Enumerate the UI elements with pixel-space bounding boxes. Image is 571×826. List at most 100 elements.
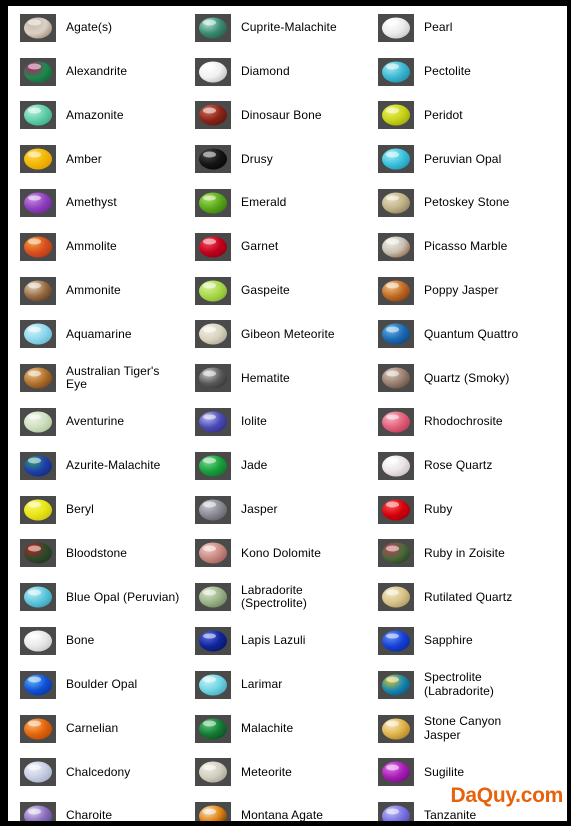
gemstone-row[interactable]: Azurite-Malachite bbox=[20, 444, 190, 488]
gemstone-thumbnail[interactable] bbox=[378, 408, 414, 437]
gemstone-row[interactable]: Picasso Marble bbox=[378, 225, 567, 269]
gemstone-row[interactable]: Alexandrite bbox=[20, 50, 190, 94]
gemstone-row[interactable]: Amazonite bbox=[20, 94, 190, 138]
gemstone-row[interactable]: Iolite bbox=[195, 400, 373, 444]
gemstone-thumbnail[interactable] bbox=[195, 145, 231, 174]
gemstone-thumbnail[interactable] bbox=[378, 539, 414, 568]
gemstone-row[interactable]: Lapis Lazuli bbox=[195, 619, 373, 663]
gemstone-row[interactable]: Chalcedony bbox=[20, 751, 190, 795]
gemstone-thumbnail[interactable] bbox=[195, 758, 231, 787]
gemstone-thumbnail[interactable] bbox=[378, 276, 414, 305]
gemstone-thumbnail[interactable] bbox=[20, 583, 56, 612]
gemstone-row[interactable]: Petoskey Stone bbox=[378, 181, 567, 225]
gemstone-thumbnail[interactable] bbox=[378, 802, 414, 821]
gemstone-thumbnail[interactable] bbox=[20, 539, 56, 568]
gemstone-thumbnail[interactable] bbox=[20, 364, 56, 393]
gemstone-row[interactable]: Bloodstone bbox=[20, 532, 190, 576]
gemstone-thumbnail[interactable] bbox=[378, 364, 414, 393]
gemstone-thumbnail[interactable] bbox=[195, 583, 231, 612]
gemstone-row[interactable]: Aquamarine bbox=[20, 313, 190, 357]
gemstone-thumbnail[interactable] bbox=[195, 802, 231, 821]
gemstone-thumbnail[interactable] bbox=[20, 320, 56, 349]
gemstone-row[interactable]: Poppy Jasper bbox=[378, 269, 567, 313]
gemstone-row[interactable]: Amethyst bbox=[20, 181, 190, 225]
gemstone-thumbnail[interactable] bbox=[20, 101, 56, 130]
gemstone-thumbnail[interactable] bbox=[195, 714, 231, 743]
gemstone-row[interactable]: Ammolite bbox=[20, 225, 190, 269]
gemstone-row[interactable]: Boulder Opal bbox=[20, 663, 190, 707]
gemstone-thumbnail[interactable] bbox=[20, 495, 56, 524]
gemstone-row[interactable]: Ruby in Zoisite bbox=[378, 532, 567, 576]
gemstone-row[interactable]: Hematite bbox=[195, 356, 373, 400]
gemstone-row[interactable]: Ruby bbox=[378, 488, 567, 532]
gemstone-thumbnail[interactable] bbox=[195, 364, 231, 393]
gemstone-thumbnail[interactable] bbox=[378, 495, 414, 524]
gemstone-thumbnail[interactable] bbox=[20, 276, 56, 305]
gemstone-row[interactable]: Kono Dolomite bbox=[195, 532, 373, 576]
gemstone-thumbnail[interactable] bbox=[195, 189, 231, 218]
gemstone-row[interactable]: Jasper bbox=[195, 488, 373, 532]
gemstone-thumbnail[interactable] bbox=[20, 13, 56, 42]
gemstone-row[interactable]: Beryl bbox=[20, 488, 190, 532]
gemstone-thumbnail[interactable] bbox=[195, 408, 231, 437]
gemstone-row[interactable]: Stone Canyon Jasper bbox=[378, 707, 567, 751]
gemstone-thumbnail[interactable] bbox=[195, 276, 231, 305]
gemstone-thumbnail[interactable] bbox=[195, 57, 231, 86]
gemstone-row[interactable]: Aventurine bbox=[20, 400, 190, 444]
gemstone-thumbnail[interactable] bbox=[378, 627, 414, 656]
gemstone-thumbnail[interactable] bbox=[195, 539, 231, 568]
gemstone-row[interactable]: Charoite bbox=[20, 794, 190, 821]
gemstone-thumbnail[interactable] bbox=[195, 232, 231, 261]
gemstone-thumbnail[interactable] bbox=[20, 189, 56, 218]
gemstone-thumbnail[interactable] bbox=[378, 145, 414, 174]
gemstone-thumbnail[interactable] bbox=[20, 670, 56, 699]
gemstone-thumbnail[interactable] bbox=[378, 320, 414, 349]
gemstone-row[interactable]: Garnet bbox=[195, 225, 373, 269]
gemstone-row[interactable]: Amber bbox=[20, 137, 190, 181]
gemstone-thumbnail[interactable] bbox=[378, 189, 414, 218]
gemstone-thumbnail[interactable] bbox=[20, 758, 56, 787]
gemstone-thumbnail[interactable] bbox=[195, 320, 231, 349]
gemstone-thumbnail[interactable] bbox=[20, 232, 56, 261]
gemstone-thumbnail[interactable] bbox=[20, 802, 56, 821]
gemstone-row[interactable]: Peruvian Opal bbox=[378, 137, 567, 181]
gemstone-thumbnail[interactable] bbox=[378, 758, 414, 787]
gemstone-thumbnail[interactable] bbox=[195, 13, 231, 42]
gemstone-row[interactable]: Rose Quartz bbox=[378, 444, 567, 488]
gemstone-row[interactable]: Diamond bbox=[195, 50, 373, 94]
gemstone-row[interactable]: Labradorite (Spectrolite) bbox=[195, 575, 373, 619]
gemstone-row[interactable]: Drusy bbox=[195, 137, 373, 181]
gemstone-thumbnail[interactable] bbox=[195, 670, 231, 699]
gemstone-row[interactable]: Malachite bbox=[195, 707, 373, 751]
gemstone-thumbnail[interactable] bbox=[20, 714, 56, 743]
gemstone-thumbnail[interactable] bbox=[378, 57, 414, 86]
gemstone-thumbnail[interactable] bbox=[20, 451, 56, 480]
gemstone-row[interactable]: Rutilated Quartz bbox=[378, 575, 567, 619]
gemstone-thumbnail[interactable] bbox=[20, 627, 56, 656]
gemstone-row[interactable]: Meteorite bbox=[195, 751, 373, 795]
gemstone-row[interactable]: Carnelian bbox=[20, 707, 190, 751]
gemstone-row[interactable]: Jade bbox=[195, 444, 373, 488]
gemstone-thumbnail[interactable] bbox=[378, 583, 414, 612]
gemstone-thumbnail[interactable] bbox=[20, 57, 56, 86]
gemstone-row[interactable]: Sapphire bbox=[378, 619, 567, 663]
gemstone-thumbnail[interactable] bbox=[195, 451, 231, 480]
gemstone-row[interactable]: Gibeon Meteorite bbox=[195, 313, 373, 357]
gemstone-row[interactable]: Ammonite bbox=[20, 269, 190, 313]
gemstone-row[interactable]: Gaspeite bbox=[195, 269, 373, 313]
gemstone-thumbnail[interactable] bbox=[378, 451, 414, 480]
gemstone-thumbnail[interactable] bbox=[378, 101, 414, 130]
gemstone-thumbnail[interactable] bbox=[378, 714, 414, 743]
gemstone-thumbnail[interactable] bbox=[195, 101, 231, 130]
gemstone-row[interactable]: Cuprite-Malachite bbox=[195, 6, 373, 50]
gemstone-row[interactable]: Blue Opal (Peruvian) bbox=[20, 575, 190, 619]
gemstone-row[interactable]: Rhodochrosite bbox=[378, 400, 567, 444]
gemstone-row[interactable]: Spectrolite (Labradorite) bbox=[378, 663, 567, 707]
gemstone-row[interactable]: Bone bbox=[20, 619, 190, 663]
gemstone-thumbnail[interactable] bbox=[20, 145, 56, 174]
gemstone-row[interactable]: Pectolite bbox=[378, 50, 567, 94]
gemstone-thumbnail[interactable] bbox=[195, 495, 231, 524]
gemstone-row[interactable]: Dinosaur Bone bbox=[195, 94, 373, 138]
gemstone-thumbnail[interactable] bbox=[195, 627, 231, 656]
gemstone-thumbnail[interactable] bbox=[378, 232, 414, 261]
